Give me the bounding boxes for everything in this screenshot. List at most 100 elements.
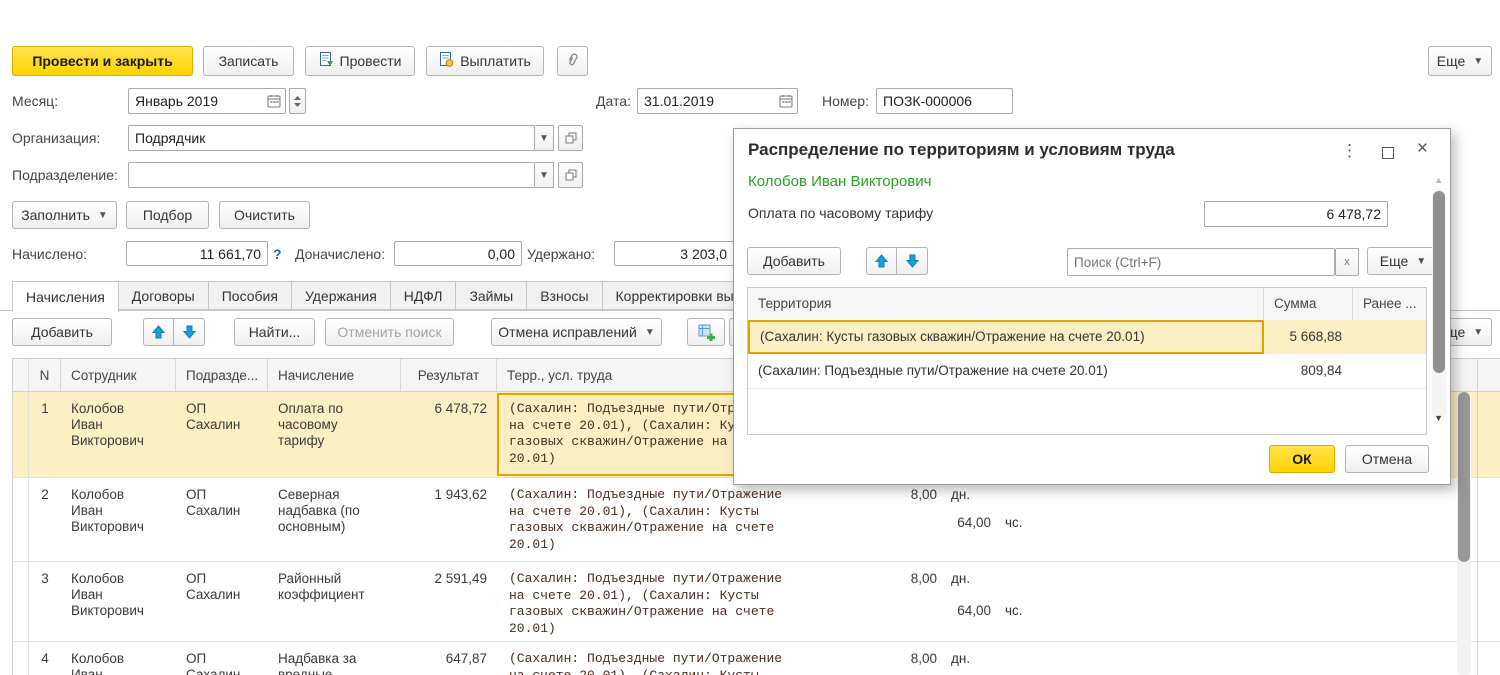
dialog-accrual-field[interactable]	[1204, 201, 1388, 227]
dialog-search-field[interactable]	[1067, 248, 1335, 276]
tab-deductions[interactable]: Удержания	[292, 281, 391, 310]
cell-accrual: Оплата по часовому тарифу	[278, 401, 373, 449]
accrued-field[interactable]	[126, 241, 268, 266]
dialog-table-row[interactable]: (Сахалин: Кусты газовых скважин/Отражени…	[748, 320, 1426, 354]
undo-corrections-button[interactable]: Отмена исправлений▼	[491, 318, 662, 346]
organization-field[interactable]	[128, 125, 535, 151]
row-marker-header	[13, 359, 29, 391]
accrued-input[interactable]	[127, 242, 267, 265]
dialog-col-sum-header[interactable]: Сумма	[1264, 288, 1353, 320]
tab-accruals[interactable]: Начисления	[12, 281, 119, 312]
tab-label: Взносы	[540, 288, 588, 304]
col-accrual-header[interactable]: Начисление	[268, 359, 401, 391]
find-label: Найти...	[249, 324, 301, 340]
tab-contracts[interactable]: Договоры	[119, 281, 209, 310]
dialog-cell-territory[interactable]: (Сахалин: Подъездные пути/Отражение на с…	[748, 354, 1264, 388]
attachments-button[interactable]	[557, 46, 588, 76]
department-input[interactable]	[129, 163, 534, 187]
dialog-employee-link[interactable]: Колобов Иван Викторович	[748, 173, 931, 190]
chevron-down-icon: ▼	[645, 327, 655, 338]
post-and-close-button[interactable]: Провести и закрыть	[12, 46, 193, 76]
col-employee-header[interactable]: Сотрудник	[61, 359, 176, 391]
chevron-down-icon: ▼	[1473, 56, 1483, 67]
pay-button[interactable]: Выплатить	[426, 46, 544, 76]
dialog-add-button[interactable]: Добавить	[747, 247, 841, 275]
help-question-icon[interactable]: ?	[273, 246, 282, 262]
form-more-label: Еще	[1437, 53, 1466, 69]
dialog-ok-button[interactable]: ОК	[1269, 445, 1335, 473]
table-row[interactable]: 4 Колобов Иван Викторович ОП Сахалин Над…	[12, 642, 1500, 675]
cell-n: 3	[29, 562, 61, 641]
dialog-scroll-down-icon[interactable]: ▼	[1434, 413, 1443, 423]
calendar-icon[interactable]	[776, 91, 796, 111]
table-right-divider	[1477, 358, 1478, 675]
fill-button[interactable]: Заполнить▼	[12, 201, 117, 229]
cell-dept: ОП Сахалин	[186, 487, 248, 519]
date-field[interactable]	[637, 88, 798, 114]
dialog-move-down-button[interactable]	[897, 247, 928, 275]
dialog-cell-territory-selected[interactable]: (Сахалин: Кусты газовых скважин/Отражени…	[748, 320, 1264, 354]
move-up-button[interactable]	[143, 318, 174, 346]
number-input[interactable]	[877, 89, 1012, 113]
department-field[interactable]	[128, 162, 535, 188]
dialog-cancel-button[interactable]: Отмена	[1345, 445, 1429, 473]
dialog-col-earlier-header[interactable]: Ранее ...	[1353, 288, 1426, 320]
department-dropdown-button[interactable]: ▼	[535, 162, 554, 188]
dialog-move-up-button[interactable]	[866, 247, 897, 275]
table-row[interactable]: 3 Колобов Иван Викторович ОП Сахалин Рай…	[12, 562, 1500, 642]
tab-contributions[interactable]: Взносы	[527, 281, 602, 310]
find-button[interactable]: Найти...	[234, 318, 315, 346]
dialog-scroll-up-icon[interactable]: ▲	[1434, 175, 1443, 185]
number-field[interactable]	[876, 88, 1013, 114]
add-row-button[interactable]: Добавить	[12, 318, 112, 346]
table-scrollbar-thumb[interactable]	[1458, 392, 1470, 562]
organization-input[interactable]	[129, 126, 534, 150]
dialog-more-button[interactable]: Еще▼	[1367, 247, 1439, 275]
dialog-scrollbar-thumb[interactable]	[1433, 191, 1445, 373]
post-button[interactable]: Провести	[305, 46, 415, 76]
save-button[interactable]: Записать	[203, 46, 294, 76]
move-down-button[interactable]	[174, 318, 205, 346]
add-row-label: Добавить	[31, 324, 93, 340]
date-input[interactable]	[638, 89, 797, 113]
dialog-scrollbar[interactable]	[1432, 189, 1446, 419]
dialog-col-territory-header[interactable]: Территория	[748, 288, 1264, 320]
organization-open-button[interactable]	[558, 125, 583, 151]
dialog-search-input[interactable]	[1068, 249, 1334, 275]
additional-field[interactable]	[394, 241, 522, 266]
table-scrollbar[interactable]	[1457, 392, 1471, 675]
additional-input[interactable]	[395, 242, 521, 265]
department-open-button[interactable]	[558, 162, 583, 188]
dialog-close-icon[interactable]: ×	[1417, 140, 1428, 157]
calendar-icon[interactable]	[264, 91, 284, 111]
territory-text: (Сахалин: Подъездные пути/Отражение на с…	[509, 487, 801, 553]
col-dept-header[interactable]: Подразде...	[176, 359, 268, 391]
cell-hours: 64,00	[857, 603, 991, 619]
pick-button[interactable]: Подбор	[126, 201, 209, 229]
tab-benefits[interactable]: Пособия	[209, 281, 292, 310]
tab-strip: Начисления Договоры Пособия Удержания НД…	[12, 281, 763, 311]
dialog-maximize-icon[interactable]	[1382, 145, 1394, 162]
month-spinner[interactable]	[289, 88, 306, 114]
organization-dropdown-button[interactable]: ▼	[535, 125, 554, 151]
add-territory-column-button[interactable]	[687, 318, 725, 346]
tab-loans[interactable]: Займы	[456, 281, 527, 310]
cell-employee: Колобов Иван Викторович	[71, 651, 151, 675]
form-more-button[interactable]: Еще ▼	[1428, 46, 1492, 76]
spinner-down-icon	[294, 103, 301, 107]
table-row[interactable]: 2 Колобов Иван Викторович ОП Сахалин Сев…	[12, 478, 1500, 562]
clear-button[interactable]: Очистить	[219, 201, 310, 229]
tab-ndfl[interactable]: НДФЛ	[391, 281, 457, 310]
dialog-accrual-input[interactable]	[1205, 202, 1387, 226]
territory-text: (Сахалин: Подъездные пути/Отражение на с…	[509, 571, 801, 637]
row-marker	[13, 392, 29, 477]
dialog-table-row[interactable]: (Сахалин: Подъездные пути/Отражение на с…	[748, 354, 1426, 389]
col-result-header[interactable]: Результат	[401, 359, 497, 391]
col-n-header[interactable]: N	[29, 359, 61, 391]
month-input[interactable]	[129, 89, 285, 113]
dialog-more-icon[interactable]: ⋮	[1341, 142, 1358, 159]
month-field[interactable]	[128, 88, 286, 114]
fill-label: Заполнить	[21, 207, 90, 223]
cancel-search-button[interactable]: Отменить поиск	[325, 318, 454, 346]
dialog-clear-search-button[interactable]: x	[1335, 248, 1359, 276]
